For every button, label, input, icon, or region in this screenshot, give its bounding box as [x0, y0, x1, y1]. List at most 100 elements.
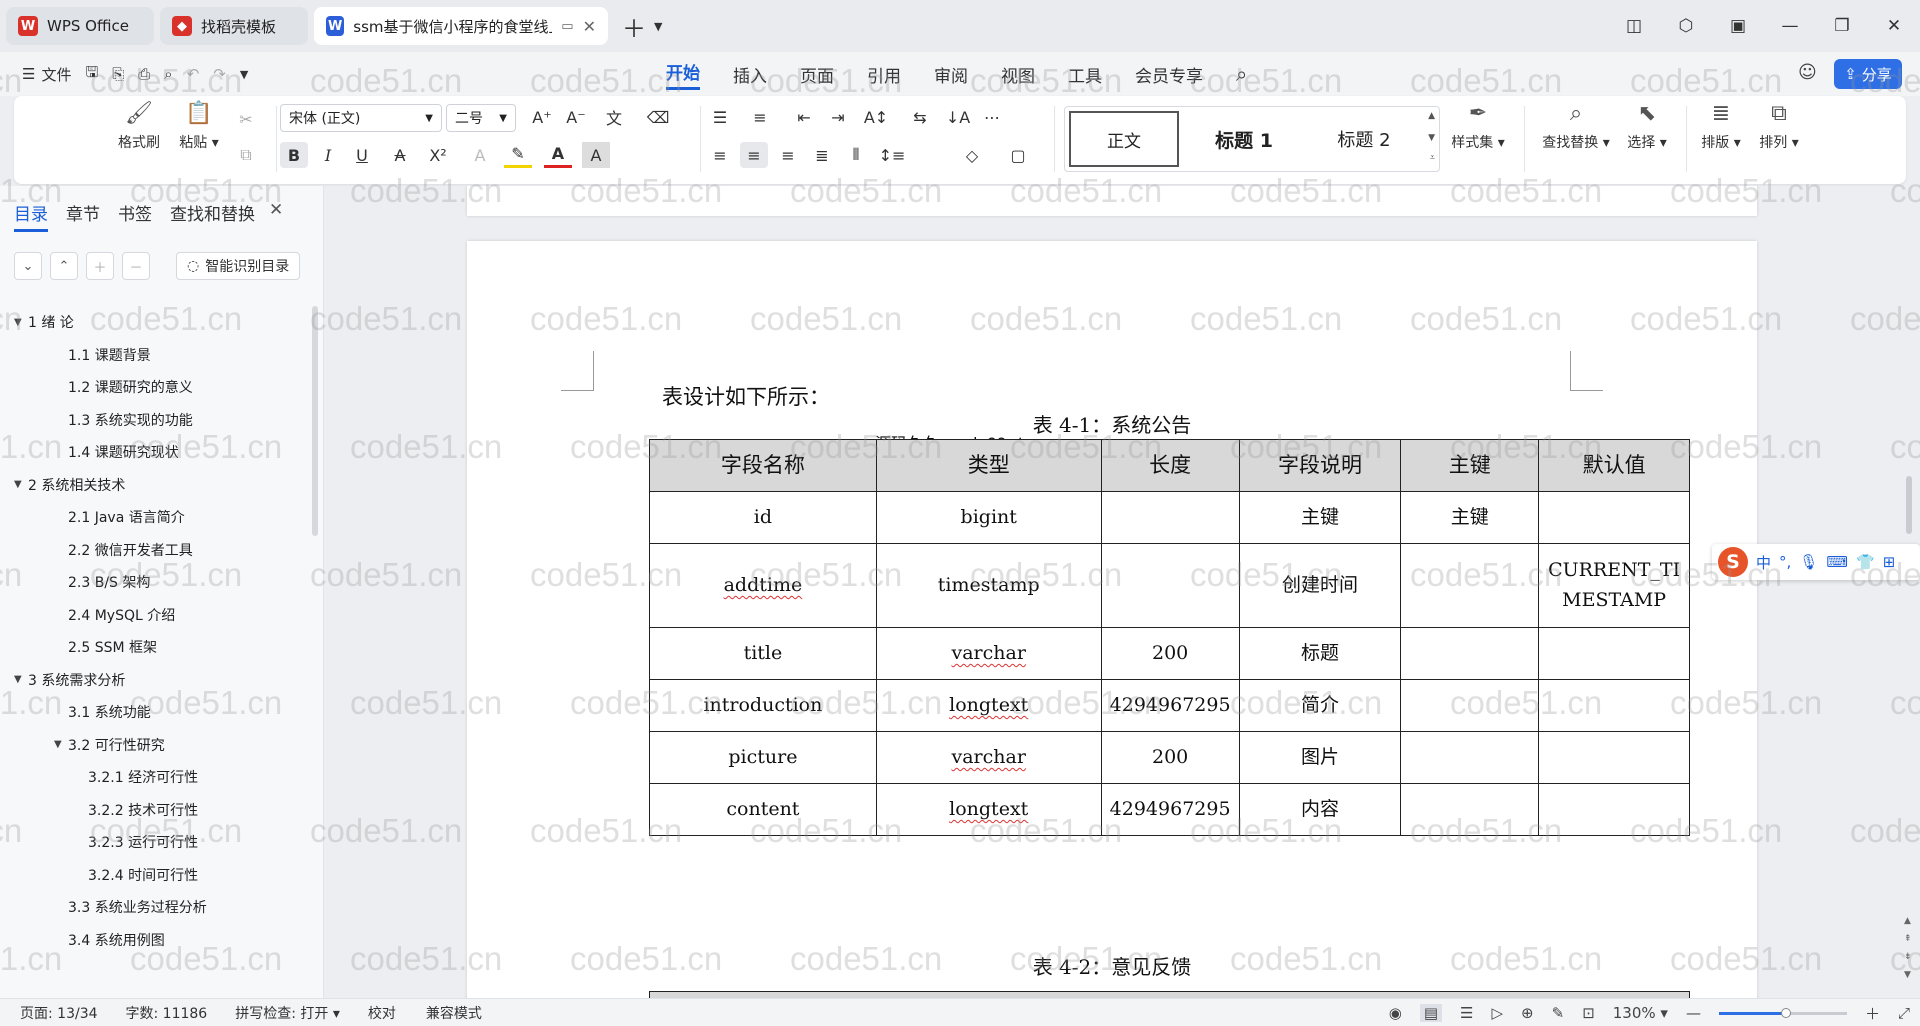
font-color-icon[interactable]: A	[544, 142, 572, 168]
table-cell[interactable]: varchar	[875, 731, 1102, 784]
intro-paragraph[interactable]: 表设计如下所示：	[662, 381, 830, 411]
decrease-indent-icon[interactable]: ⇤	[790, 104, 818, 130]
table-cell[interactable]	[1538, 627, 1690, 680]
table-cell[interactable]	[1538, 679, 1690, 732]
nav-tab-find[interactable]: 查找和替换	[170, 200, 255, 232]
close-button[interactable]: ✕	[1868, 16, 1920, 36]
toc-item[interactable]: 2.5 SSM 框架	[0, 631, 310, 664]
new-tab-icon[interactable]: ＋	[622, 9, 646, 44]
pen-icon[interactable]: ✎	[1552, 1004, 1565, 1022]
table-caption[interactable]: 表 4-1：系统公告	[467, 409, 1757, 438]
tab-template[interactable]: ◆ 找稻壳模板	[160, 7, 308, 45]
redo-icon[interactable]: ↷	[213, 65, 226, 83]
expand-down-icon[interactable]: ⌄	[14, 252, 42, 280]
chevron-down-icon[interactable]: ▼	[654, 20, 662, 33]
text-effect-icon[interactable]: A	[466, 142, 494, 168]
toc-item[interactable]: 2.3 B/S 架构	[0, 566, 310, 599]
justify-icon[interactable]: ≣	[808, 142, 836, 168]
cube-icon[interactable]: ⬡	[1660, 16, 1712, 36]
format-painter-button[interactable]: 🖌 格式刷	[114, 102, 164, 152]
chat-icon[interactable]: ☺	[1798, 62, 1817, 83]
table-header-cell[interactable]: 字段说明	[1238, 439, 1402, 492]
tab-home[interactable]: 开始	[666, 59, 700, 90]
table-cell[interactable]: timestamp	[875, 543, 1102, 628]
table-cell[interactable]: 标题	[1238, 627, 1402, 680]
table-cell[interactable]: title	[649, 627, 877, 680]
page-up-icon[interactable]: ⇞	[1904, 934, 1912, 944]
sogou-logo-icon[interactable]: S	[1718, 547, 1748, 577]
table-caption[interactable]: 表 4-2：意见反馈	[467, 951, 1757, 980]
ime-language[interactable]: 中	[1756, 552, 1771, 573]
toc-item[interactable]: ▼ 3.2 可行性研究	[0, 729, 310, 762]
bold-button[interactable]: B	[280, 142, 308, 168]
next-table[interactable]	[649, 991, 1690, 998]
table-cell[interactable]: content	[649, 783, 877, 836]
zoom-in-button[interactable]: ＋	[1865, 1003, 1880, 1024]
table-cell[interactable]: 简介	[1238, 679, 1402, 732]
toc-item[interactable]: 1.3 系统实现的功能	[0, 404, 310, 437]
layout-icon[interactable]: ◫	[1608, 16, 1660, 36]
expand-icon[interactable]: ⩡	[1430, 153, 1435, 163]
expand-triangle-icon[interactable]: ▼	[54, 739, 68, 750]
style-heading-1[interactable]: 标题 1	[1189, 111, 1299, 167]
table-cell[interactable]: addtime	[649, 543, 877, 628]
tab-view[interactable]: 视图	[1001, 62, 1035, 87]
tab-references[interactable]: 引用	[867, 62, 901, 87]
scroll-up-icon[interactable]: ▲	[1428, 111, 1435, 121]
toc-item[interactable]: 3.2.3 运行可行性	[0, 826, 310, 859]
convert-icon[interactable]: ⇆	[906, 104, 934, 130]
minimize-button[interactable]: —	[1764, 16, 1816, 36]
cut-icon[interactable]: ✂	[232, 106, 260, 132]
page-down-icon[interactable]: ⇟	[1904, 952, 1912, 962]
play-icon[interactable]: ▷	[1491, 1004, 1503, 1022]
table-cell[interactable]: longtext	[875, 679, 1102, 732]
table-cell[interactable]	[1400, 543, 1540, 628]
shrink-font-icon[interactable]: A⁻	[562, 104, 590, 130]
italic-button[interactable]: I	[314, 142, 342, 168]
table-header-cell[interactable]: 类型	[875, 439, 1102, 492]
nav-tab-sections[interactable]: 章节	[66, 200, 100, 232]
nav-tab-toc[interactable]: 目录	[14, 200, 48, 232]
table-cell[interactable]	[1400, 783, 1540, 836]
field-table[interactable]: 字段名称 类型 长度 字段说明 主键 默认值 id bigint 主键 主键 addtime tim…	[649, 439, 1690, 836]
punctuation-icon[interactable]: °,	[1779, 553, 1791, 571]
table-cell[interactable]	[1538, 783, 1690, 836]
toc-item[interactable]: 3.1 系统功能	[0, 696, 310, 729]
toc-item[interactable]: 3.4 系统用例图	[0, 924, 310, 957]
phonetic-icon[interactable]: 文	[600, 104, 628, 130]
copy-icon[interactable]: ⧉	[232, 142, 260, 168]
table-cell[interactable]: bigint	[875, 491, 1102, 544]
table-cell[interactable]: 200	[1100, 627, 1240, 680]
page-view-icon[interactable]: ▤	[1419, 1004, 1443, 1022]
tab-page[interactable]: 页面	[800, 62, 834, 87]
skin-icon[interactable]: 👕	[1856, 553, 1875, 571]
table-cell[interactable]: 内容	[1238, 783, 1402, 836]
toc-item[interactable]: 2.1 Java 语言简介	[0, 501, 310, 534]
keyboard-icon[interactable]: ⌨	[1826, 553, 1848, 571]
toc-item[interactable]: ▼ 3 系统需求分析	[0, 664, 310, 697]
table-cell[interactable]: 图片	[1238, 731, 1402, 784]
table-cell[interactable]	[1400, 627, 1540, 680]
avatar[interactable]: ▣	[1712, 16, 1764, 36]
toc-item[interactable]: 3.2.1 经济可行性	[0, 761, 310, 794]
table-cell[interactable]: varchar	[875, 627, 1102, 680]
hamburger-icon[interactable]: ☰	[22, 65, 35, 83]
web-view-icon[interactable]: ⊕	[1521, 1004, 1534, 1022]
sort-icon[interactable]: ↓A	[944, 104, 972, 130]
toc-item[interactable]: 1.2 课题研究的意义	[0, 371, 310, 404]
clear-format-icon[interactable]: ⌫	[644, 104, 672, 130]
table-cell[interactable]	[1400, 731, 1540, 784]
align-center-icon[interactable]: ≡	[740, 142, 768, 168]
toc-item[interactable]: 2.2 微信开发者工具	[0, 534, 310, 567]
scroll-down-icon[interactable]: ▼	[1904, 970, 1911, 980]
tab-wps-office[interactable]: W WPS Office	[6, 7, 154, 45]
distribute-icon[interactable]: ⫴	[842, 142, 870, 168]
maximize-button[interactable]: ❐	[1816, 16, 1868, 36]
search-icon[interactable]: ⌕	[1236, 62, 1247, 86]
table-header-cell[interactable]: 默认值	[1538, 439, 1690, 492]
eye-icon[interactable]: ◉	[1389, 1004, 1402, 1022]
superscript-button[interactable]: X²	[424, 142, 452, 168]
save-icon[interactable]: 🖫	[85, 62, 98, 87]
scroll-thumb[interactable]	[1906, 476, 1912, 534]
tab-membership[interactable]: 会员专享	[1135, 62, 1203, 87]
